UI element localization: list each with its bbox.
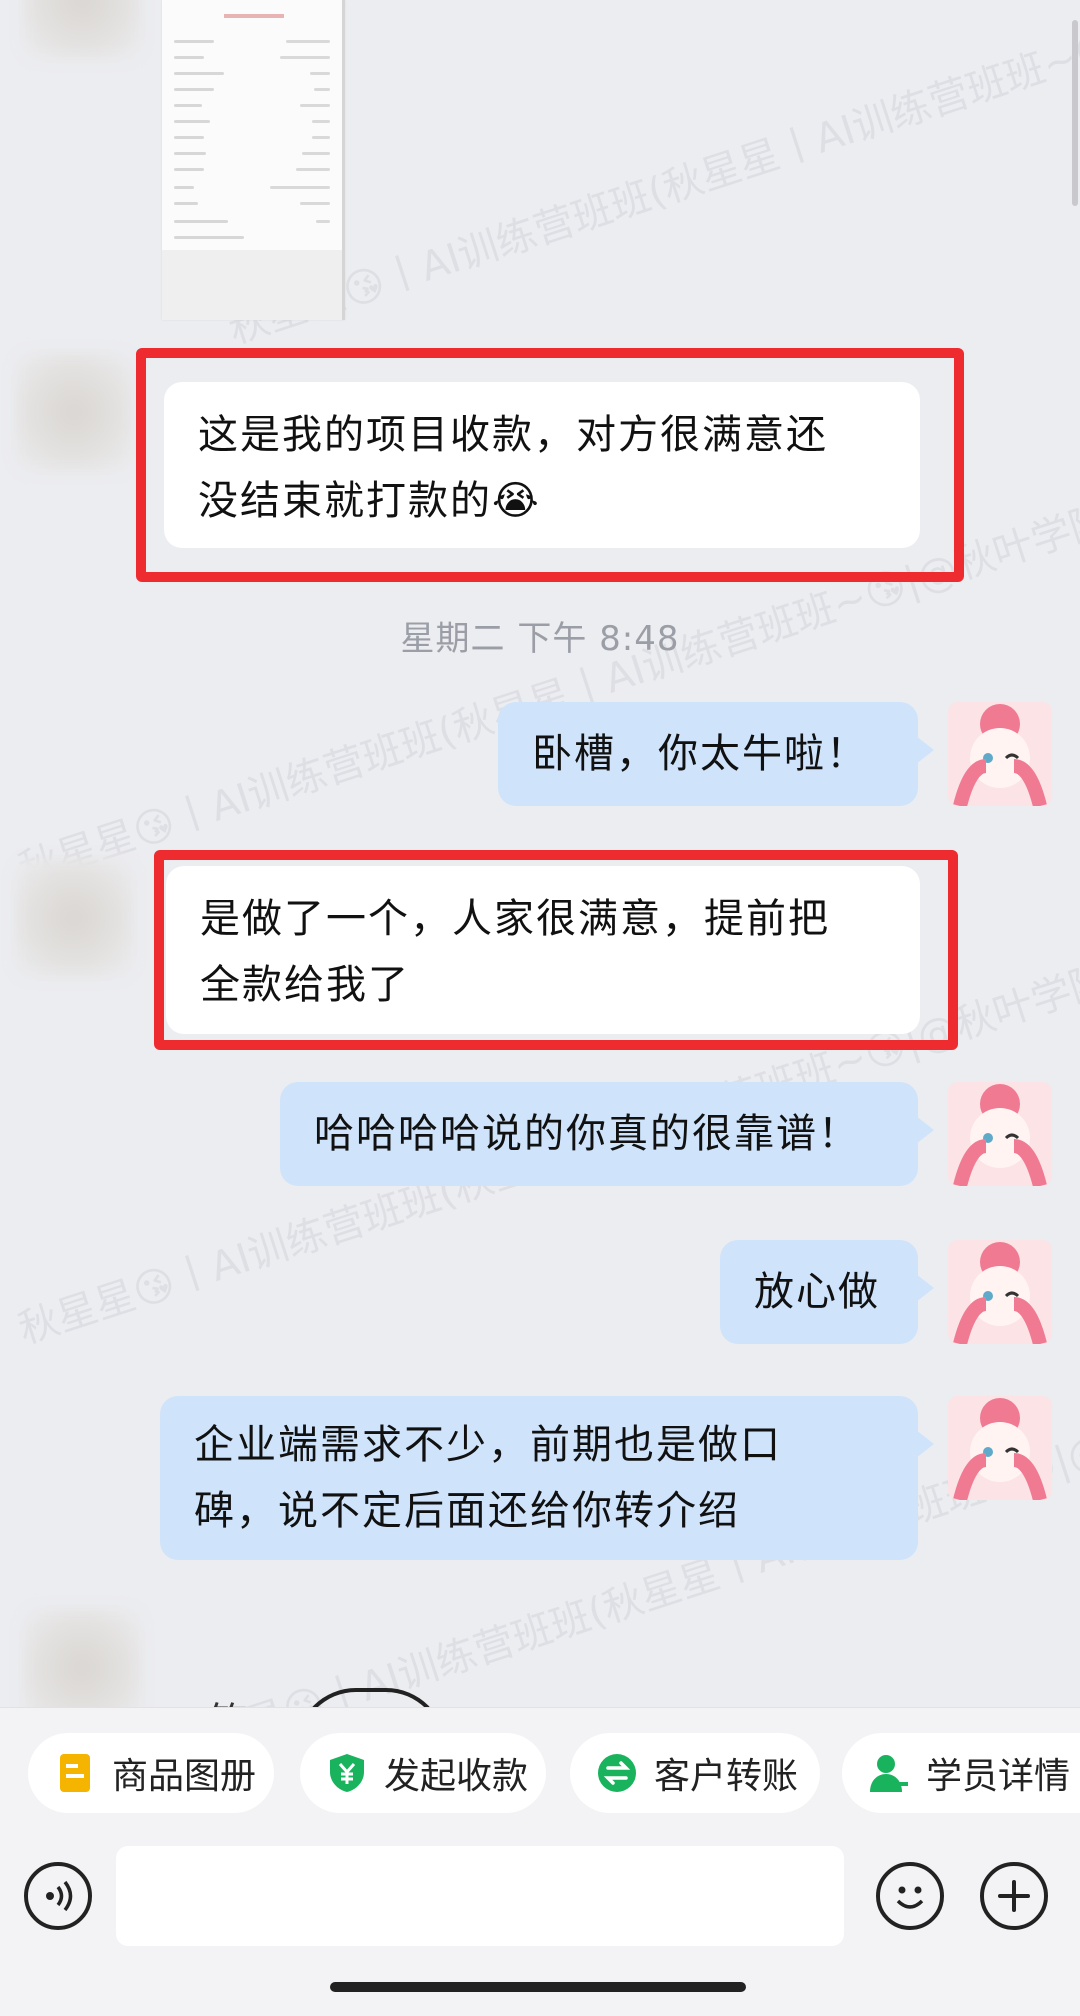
emoji-icon [896,1886,924,1909]
quick-action-product-album[interactable]: 商品图册 [28,1733,274,1813]
scrollbar[interactable] [1072,20,1078,206]
message-text: 全款给我了 [200,962,410,1008]
message-bubble-sent[interactable]: 哈哈哈哈说的你真的很靠谱！ [280,1082,918,1186]
quick-action-student-profile[interactable]: 学员详情 [842,1733,1080,1813]
sender-avatar[interactable] [14,858,134,978]
message-text: 企业端需求不少，前期也是做口 [194,1422,782,1468]
bubble-tail [916,1116,934,1144]
quick-action-label: 发起收款 [384,1756,529,1797]
watermark: 秋星星😘丨AI训练营班班(秋星星丨AI训练营班班~😘|@秋叶学院1384 [223,0,1080,354]
student-profile-icon [870,1755,908,1792]
message-bubble-sent[interactable]: 放心做 [720,1240,918,1344]
home-indicator[interactable] [330,1982,746,1992]
bubble-tail [916,736,934,764]
message-bubble-sent[interactable]: 企业端需求不少，前期也是做口 碑，说不定后面还给你转介绍 [160,1396,918,1560]
message-text: 这是我的项目收款，对方很满意还 [198,412,828,458]
sender-avatar[interactable] [22,0,142,60]
voice-icon [46,1880,73,1912]
plus-button[interactable] [980,1862,1048,1930]
chat-screen: { "watermark_text": "秋星星😘丨AI训练营班班(秋星星丨AI… [0,0,1080,2016]
bubble-tail [916,1274,934,1302]
sender-avatar[interactable] [14,352,134,472]
anime-girl-avatar-icon [948,1396,1052,1500]
transfer-icon [598,1754,636,1792]
message-text: 放心做 [754,1269,880,1315]
my-avatar[interactable] [948,1240,1052,1344]
voice-button[interactable] [24,1862,92,1930]
quick-action-transfer[interactable]: 客户转账 [570,1733,820,1813]
message-text: 哈哈哈哈说的你真的很靠谱！ [314,1111,860,1157]
receipt-image[interactable] [162,0,345,320]
product-album-icon [60,1754,90,1792]
quick-action-label: 客户转账 [654,1756,799,1797]
message-text: 没结束就打款的😭 [198,478,541,524]
anime-girl-avatar-icon [948,1240,1052,1344]
emoji-button[interactable] [876,1862,944,1930]
message-text: 是做了一个，人家很满意，提前把 [200,896,830,942]
anime-girl-avatar-icon [948,1082,1052,1186]
message-input[interactable] [116,1846,844,1946]
message-text: 卧槽，你太牛啦！ [532,731,868,777]
message-bubble-received[interactable]: 是做了一个，人家很满意，提前把 全款给我了 [166,866,920,1034]
my-avatar[interactable] [948,1082,1052,1186]
message-text: 碑，说不定后面还给你转介绍 [194,1488,740,1534]
plus-icon [998,1880,1030,1912]
payment-shield-icon [330,1754,364,1792]
my-avatar[interactable] [948,702,1052,806]
quick-action-payment[interactable]: 发起收款 [300,1733,546,1813]
timestamp: 星期二 下午 8:48 [400,619,680,659]
bubble-tail [916,1430,934,1458]
message-bubble-sent[interactable]: 卧槽，你太牛啦！ [498,702,918,806]
my-avatar[interactable] [948,1396,1052,1500]
quick-action-label: 商品图册 [112,1756,257,1797]
message-bubble-received[interactable]: 这是我的项目收款，对方很满意还 没结束就打款的😭 [164,382,920,548]
anime-girl-avatar-icon [948,702,1052,806]
quick-action-label: 学员详情 [926,1756,1071,1797]
